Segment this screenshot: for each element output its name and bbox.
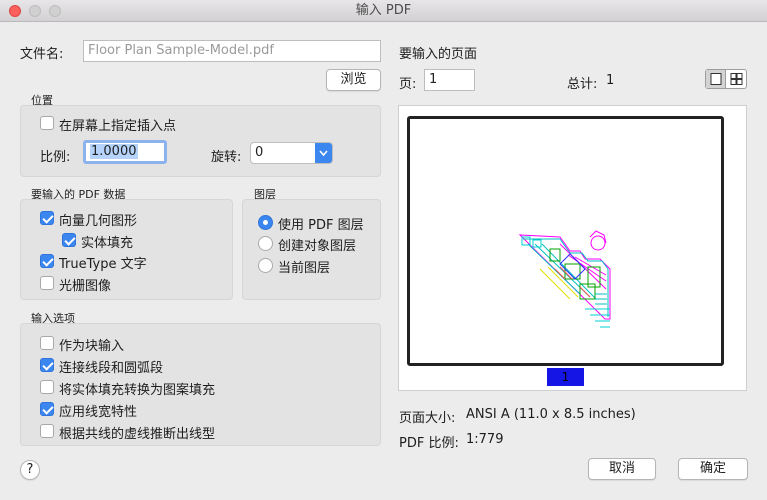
file-name-field[interactable]: Floor Plan Sample-Model.pdf: [83, 40, 381, 62]
scale-label: 比例:: [40, 150, 71, 165]
page-number-badge: 1: [547, 368, 584, 386]
cancel-button[interactable]: 取消: [588, 458, 656, 480]
single-page-view-icon[interactable]: [706, 70, 726, 88]
vector-geometry-label: 向量几何图形: [59, 214, 138, 229]
truetype-text-label: TrueType 文字: [59, 257, 147, 272]
specify-on-screen-label: 在屏幕上指定插入点: [59, 119, 177, 134]
file-name-label: 文件名:: [20, 47, 64, 62]
join-segments-label: 连接线段和圆弧段: [59, 361, 164, 376]
view-toggle: [705, 69, 747, 89]
page-label: 页:: [399, 77, 417, 92]
page-thumbnail[interactable]: [407, 116, 724, 366]
solid-fill-label: 实体填充: [81, 236, 134, 251]
use-pdf-layers-radio[interactable]: [258, 215, 273, 230]
pdf-scale-label: PDF 比例:: [399, 436, 459, 451]
pages-heading: 要输入的页面: [399, 47, 478, 62]
page-input[interactable]: 1: [424, 69, 475, 91]
help-button[interactable]: ?: [20, 460, 40, 480]
current-layer-radio[interactable]: [258, 258, 273, 273]
window-title: 输入 PDF: [355, 3, 412, 18]
truetype-text-checkbox[interactable]: [40, 254, 54, 268]
pdf-scale-value: 1:779: [466, 432, 504, 447]
infer-linetype-label: 根据共线的虚线推断出线型: [59, 427, 216, 442]
specify-on-screen-checkbox[interactable]: [40, 116, 54, 130]
solid-fill-checkbox[interactable]: [62, 233, 76, 247]
floor-plan-drawing: [518, 230, 611, 328]
page-preview: 1: [398, 105, 747, 391]
create-object-layers-radio[interactable]: [258, 236, 273, 251]
close-window-button[interactable]: [9, 5, 21, 17]
page-size-value: ANSI A (11.0 x 8.5 inches): [466, 407, 636, 422]
ok-button[interactable]: 确定: [678, 458, 748, 480]
title-bar: 输入 PDF: [0, 0, 767, 22]
minimize-window-button[interactable]: [29, 5, 41, 17]
infer-linetype-checkbox[interactable]: [40, 424, 54, 438]
import-as-block-checkbox[interactable]: [40, 336, 54, 350]
rotation-label: 旋转:: [211, 150, 242, 165]
raster-image-checkbox[interactable]: [40, 276, 54, 290]
scale-value: 1.0000: [90, 144, 138, 159]
rotation-value: 0: [255, 145, 264, 160]
chevron-down-icon: [315, 143, 332, 163]
create-object-layers-label: 创建对象图层: [278, 239, 357, 254]
total-label: 总计:: [567, 77, 598, 92]
convert-to-hatch-label: 将实体填充转换为图案填充: [59, 383, 216, 398]
rotation-select[interactable]: 0: [250, 142, 333, 164]
raster-image-label: 光栅图像: [59, 279, 112, 294]
convert-to-hatch-checkbox[interactable]: [40, 380, 54, 394]
help-icon: ?: [26, 462, 34, 477]
import-as-block-label: 作为块输入: [59, 339, 125, 354]
use-pdf-layers-label: 使用 PDF 图层: [278, 218, 364, 233]
join-segments-checkbox[interactable]: [40, 358, 54, 372]
zoom-window-button[interactable]: [49, 5, 61, 17]
apply-lineweight-checkbox[interactable]: [40, 402, 54, 416]
current-layer-label: 当前图层: [278, 261, 331, 276]
grid-view-icon[interactable]: [727, 70, 746, 88]
vector-geometry-checkbox[interactable]: [40, 211, 54, 225]
total-value: 1: [606, 73, 615, 88]
apply-lineweight-label: 应用线宽特性: [59, 405, 138, 420]
browse-button[interactable]: 浏览: [326, 69, 381, 91]
page-size-label: 页面大小:: [399, 411, 456, 426]
scale-input[interactable]: 1.0000: [83, 140, 167, 164]
